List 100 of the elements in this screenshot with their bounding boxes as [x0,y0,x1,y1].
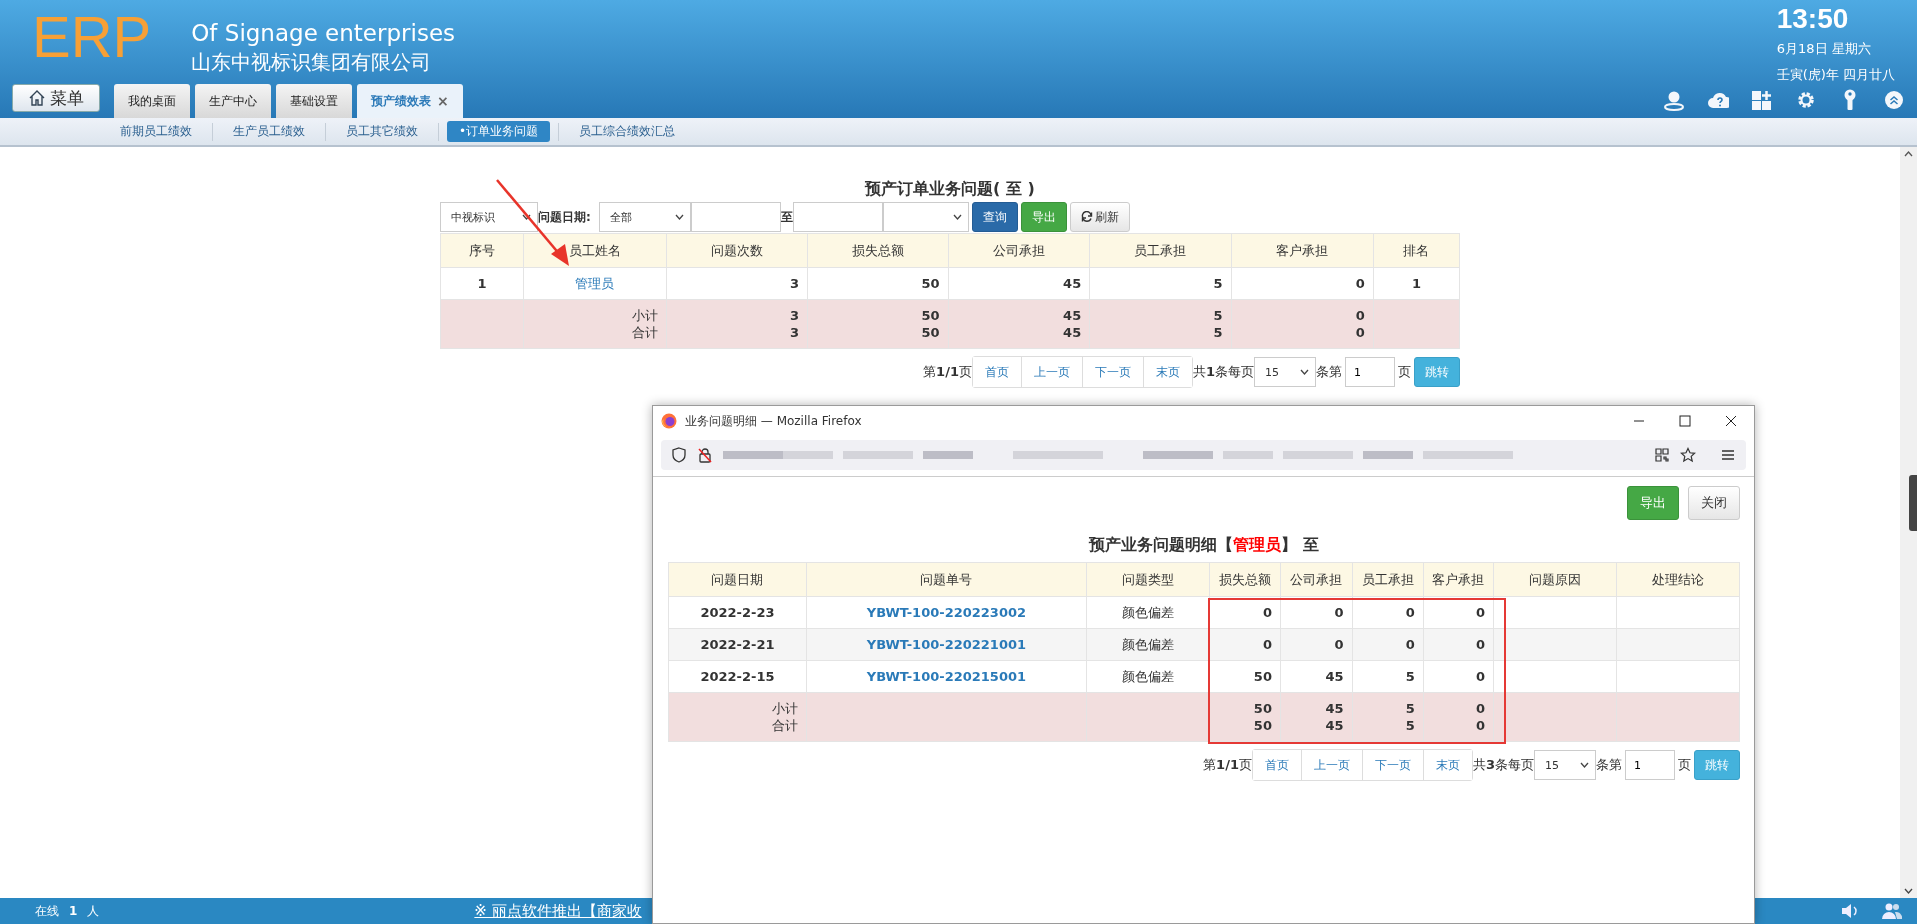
table-cell: 45 [948,267,1090,300]
scroll-down-icon[interactable] [1904,888,1913,894]
tab[interactable]: 预产绩效表 × [357,84,463,118]
clock-date: 6月18日 星期六 [1776,40,1872,58]
column-header: 排名 [1373,233,1460,268]
end-date-field[interactable] [792,202,883,232]
report-title: 预产订单业务问题( 至 ) [863,178,1036,200]
settings-icon[interactable] [1795,89,1817,111]
scroll-up-icon[interactable] [1904,151,1913,157]
menu-icon[interactable] [1720,447,1736,463]
close-icon[interactable]: × [437,93,449,109]
field-label: 问题日期: [538,208,591,226]
subnav-item[interactable]: 生产员工绩效 [221,121,317,142]
refresh-icon [1080,211,1093,223]
announcement-link[interactable]: ※ 丽点软件推出【商家收 [474,901,642,921]
pagination-button[interactable]: 末页 [1422,750,1472,780]
total-cell: 45 [948,299,1090,324]
table-cell: 1 [440,267,524,300]
record-count: 共1条每页 [1192,363,1254,381]
company-dropdown[interactable]: 中视标识 [440,202,538,232]
button[interactable]: 刷新 [1069,202,1130,232]
total-label: 小计 [668,692,807,717]
date-range-dropdown[interactable]: 全部 [598,202,691,232]
subnav-item[interactable]: •订单业务问题 [447,121,551,142]
table-cell: 5 [1352,660,1424,693]
total-cell: 5 [1089,324,1232,349]
total-cell: 5 [1089,299,1232,324]
button[interactable]: 导出 [1020,202,1067,232]
button[interactable]: 导出 [1627,486,1679,520]
online-label: 在线 [35,902,59,920]
page-label: 条第 [1316,363,1342,381]
total-cell: 50 [807,324,949,349]
table-cell: 2022-2-23 [668,596,807,629]
page-field[interactable]: 1 [1345,357,1395,387]
total-label: 合计 [523,324,667,349]
button[interactable]: 查询 [971,202,1018,232]
report-title: 预产业务问题明细【管理员】 至 [1087,534,1320,556]
menu-button[interactable]: 菜单 [12,84,100,112]
subnav-item[interactable]: 前期员工绩效 [108,121,204,142]
start-date-field[interactable] [690,202,781,232]
page-indicator: 第1/1页 [1203,756,1252,774]
total-cell: 0 [1231,324,1374,349]
total-label: 合计 [668,717,807,742]
column-header: 客户承担 [1231,233,1374,268]
add-widget-icon[interactable] [1751,89,1773,111]
star-icon[interactable] [1680,447,1696,463]
subnav-item[interactable]: 员工综合绩效汇总 [567,121,688,142]
page-size-dropdown[interactable]: 15 [1534,750,1596,780]
total-cell: 45 [1280,717,1353,742]
table-cell: 颜色偏差 [1086,596,1210,629]
column-header: 问题日期 [668,562,807,597]
table-cell: 1 [1373,267,1460,300]
table-cell: 45 [1280,660,1353,693]
speaker-icon[interactable] [1840,902,1860,920]
collapse-icon[interactable] [1883,89,1905,111]
column-header: 问题类型 [1086,562,1210,597]
total-cell: 3 [666,324,808,349]
column-header: 问题次数 [666,233,808,268]
caret-icon [1580,762,1589,768]
column-header: 员工承担 [1089,233,1232,268]
table-cell: 2022-2-21 [668,628,807,661]
table-cell: 0 [1352,628,1424,661]
tab[interactable]: 基础设置 [276,84,352,118]
page-indicator: 第1/1页 [923,363,972,381]
table-cell: 2022-2-15 [668,660,807,693]
page-size-dropdown[interactable]: 15 [1254,357,1316,387]
record-count: 共3条每页 [1472,756,1534,774]
column-header: 损失总额 [807,233,949,268]
pagination-button[interactable]: 末页 [1142,357,1192,387]
table-cell: 0 [1352,596,1424,629]
total-cell: 0 [1423,717,1494,742]
tab[interactable]: 生产中心 [195,84,271,118]
table-cell: 50 [807,267,949,300]
caret-icon [522,214,531,220]
total-cell: 45 [948,324,1090,349]
caret-icon [952,214,962,220]
lock-slash-icon[interactable] [697,447,713,463]
column-header: 处理结论 [1616,562,1740,597]
table-link[interactable]: 管理员 [575,275,615,291]
tab[interactable]: 我的桌面 [114,84,190,118]
online-label: 人 [87,902,100,920]
users-icon[interactable] [1882,902,1902,920]
caret-icon [674,214,684,220]
total-cell: 0 [1231,299,1374,324]
home-icon [28,89,46,107]
total-cell: 50 [1209,717,1281,742]
table-cell: 0 [1209,628,1281,661]
total-label: 小计 [523,299,667,324]
page-field[interactable]: 1 [1625,750,1675,780]
qr-code-icon[interactable] [1654,447,1670,463]
side-handle[interactable] [1909,475,1917,531]
subnav-item[interactable]: 员工其它绩效 [334,121,430,142]
table-cell: 0 [1423,596,1494,629]
table-cell: 3 [666,267,808,300]
table-cell: 0 [1423,628,1494,661]
column-header: 公司承担 [948,233,1090,268]
window-title: 业务问题明细 — Mozilla Firefox [685,412,862,430]
shield-icon[interactable] [671,447,687,463]
chat-user-icon[interactable] [1663,89,1685,111]
button[interactable]: 关闭 [1688,486,1740,520]
